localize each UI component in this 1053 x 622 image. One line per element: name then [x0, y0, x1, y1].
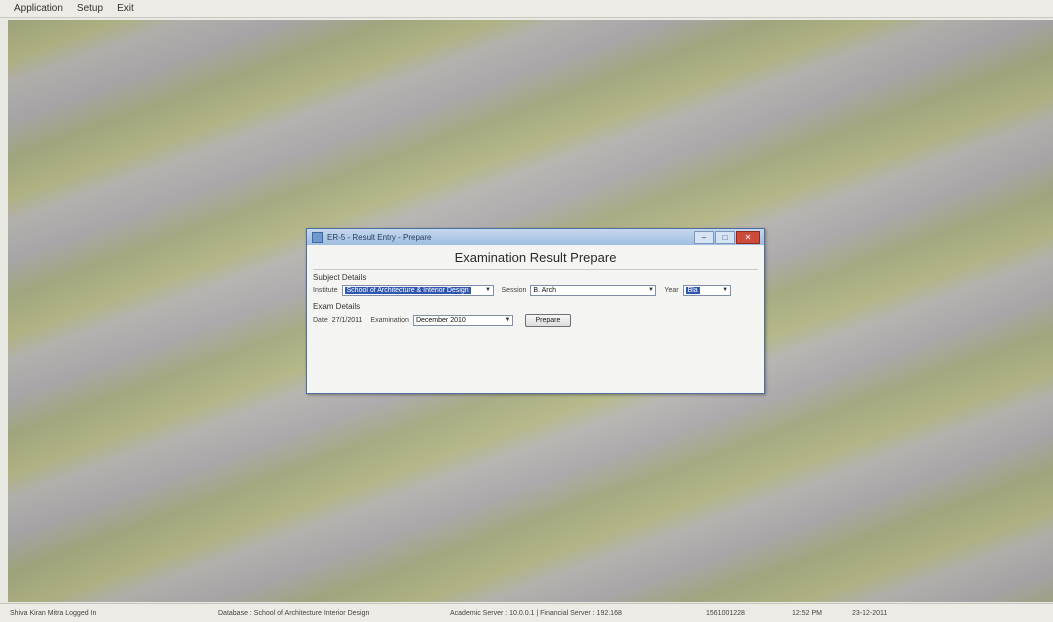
status-date: 23-12-2011 [852, 610, 888, 617]
institute-label: Institute [313, 287, 338, 294]
date-value: 27/1/2011 [331, 317, 363, 324]
examination-label: Examination [370, 317, 409, 324]
status-user: Shiva Kiran Mitra Logged In [10, 610, 97, 617]
date-label: Date [313, 317, 328, 324]
maximize-button[interactable]: □ [715, 231, 735, 244]
menu-setup[interactable]: Setup [77, 3, 103, 14]
exam-details-row: Date 27/1/2011 Examination December 2010… [313, 314, 758, 327]
session-label: Session [501, 287, 527, 294]
session-select[interactable]: B. Arch ▼ [530, 285, 657, 296]
menu-exit[interactable]: Exit [117, 3, 134, 14]
subject-details-row: Institute School of Architecture & Inter… [313, 285, 758, 296]
examination-value: December 2010 [415, 317, 466, 324]
window-title-bar[interactable]: ER-5 - Result Entry - Prepare – □ ✕ [307, 229, 764, 245]
window-title: ER-5 - Result Entry - Prepare [327, 232, 432, 242]
examination-select[interactable]: December 2010 ▼ [412, 315, 513, 326]
status-bar: Shiva Kiran Mitra Logged In Database : S… [0, 603, 1053, 622]
app-icon [312, 231, 323, 243]
menu-application[interactable]: Application [14, 3, 63, 14]
session-value: B. Arch [533, 287, 556, 294]
minimize-button[interactable]: – [694, 231, 714, 244]
institute-value: School of Architecture & Interior Design [344, 287, 471, 294]
chevron-down-icon[interactable]: ▼ [646, 286, 655, 295]
year-label: Year [664, 287, 679, 294]
prepare-button[interactable]: Prepare [524, 314, 571, 327]
status-version: Academic Server : 10.0.0.1 | Financial S… [450, 610, 622, 617]
close-button[interactable]: ✕ [736, 231, 760, 244]
page-title: Examination Result Prepare [313, 247, 758, 270]
window-body: Examination Result Prepare Subject Detai… [307, 245, 764, 327]
status-id: 1561001228 [706, 610, 745, 617]
chevron-down-icon[interactable]: ▼ [484, 286, 493, 295]
chevron-down-icon[interactable]: ▼ [503, 316, 512, 325]
chevron-down-icon[interactable]: ▼ [721, 286, 730, 295]
status-time: 12:52 PM [792, 610, 822, 617]
institute-select[interactable]: School of Architecture & Interior Design… [341, 285, 494, 296]
status-database: Database : School of Architecture Interi… [218, 610, 370, 617]
year-select[interactable]: Bla ▼ [682, 285, 731, 296]
window-controls: – □ ✕ [694, 231, 760, 244]
exam-details-label: Exam Details [313, 302, 361, 311]
subject-details-label: Subject Details [313, 273, 367, 282]
result-prepare-window: ER-5 - Result Entry - Prepare – □ ✕ Exam… [306, 228, 765, 394]
year-value: Bla [685, 287, 700, 294]
menu-bar: Application Setup Exit [0, 0, 1053, 18]
